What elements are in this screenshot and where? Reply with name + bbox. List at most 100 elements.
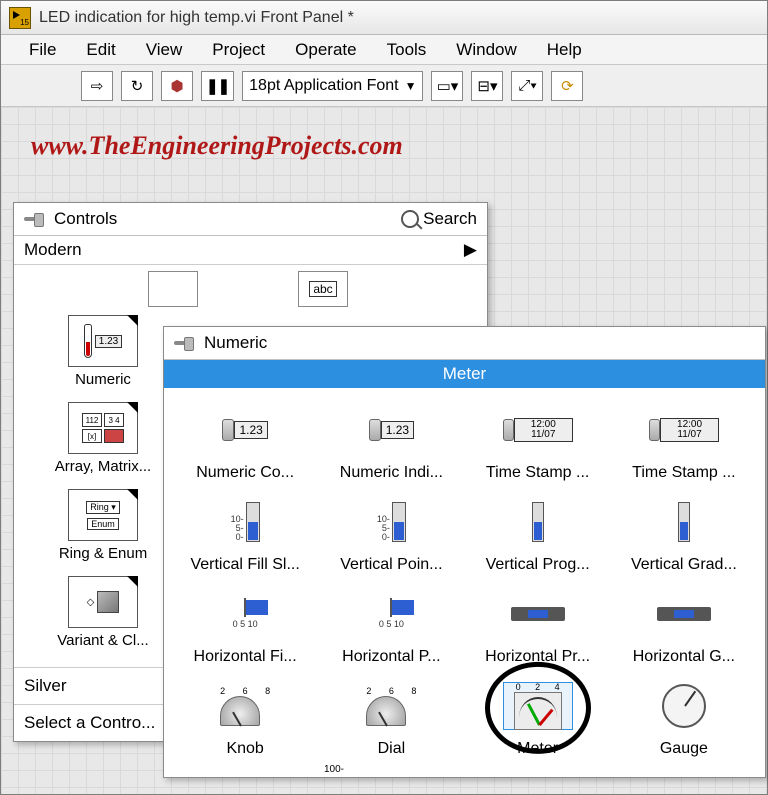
vertical-bar-icon: [678, 502, 690, 542]
palette-cat-label: Ring & Enum: [38, 545, 168, 562]
spinner-icon: [369, 419, 381, 441]
numeric-item-vertical-poin[interactable]: 10-5-0- Vertical Poin...: [318, 488, 464, 580]
run-continuously-button[interactable]: ↻: [121, 71, 153, 101]
numeric-item-horizontal-p[interactable]: 0 5 10 Horizontal P...: [318, 580, 464, 672]
numeric-item-label: Time Stamp ...: [467, 464, 609, 482]
palette-cat-ring-enum[interactable]: Ring ▾ Enum Ring & Enum: [38, 489, 168, 562]
pin-icon[interactable]: [24, 210, 46, 228]
pin-icon[interactable]: [174, 334, 196, 352]
class-cube-icon: [97, 591, 119, 613]
distribute-objects-button[interactable]: ⊟▾: [471, 71, 503, 101]
scale-ticks: 10-5-0-: [377, 515, 390, 542]
numeric-item-meter[interactable]: 024 Meter: [465, 672, 611, 764]
numeric-display-icon: 1.23: [234, 421, 267, 439]
numeric-item-time-stamp[interactable]: 12:00 11/07 Time Stamp ...: [465, 396, 611, 488]
horizontal-slide-icon: [390, 598, 392, 617]
vertical-slide-icon: [246, 502, 260, 542]
numeric-item-horizontal-g[interactable]: Horizontal G...: [611, 580, 757, 672]
palette-cat-label: Array, Matrix...: [38, 458, 168, 475]
scale-ticks: 0 5 10: [233, 619, 258, 629]
subpalette-indicator-icon: [127, 402, 138, 413]
numeric-item-label: Horizontal G...: [613, 648, 755, 666]
numeric-item-label: Horizontal Pr...: [467, 648, 609, 666]
subpalette-title: Numeric: [204, 333, 267, 353]
resize-objects-button[interactable]: ⤢▾: [511, 71, 543, 101]
palette-subcat-label: Modern: [24, 240, 82, 260]
menu-window[interactable]: Window: [442, 36, 530, 64]
numeric-item-time-stamp[interactable]: 12:00 11/07 Time Stamp ...: [611, 396, 757, 488]
array-matrix-icon: 1123 4[x]: [82, 413, 124, 443]
menu-edit[interactable]: Edit: [72, 36, 129, 64]
palette-cat-label: Numeric: [38, 371, 168, 388]
spinner-icon: [649, 419, 660, 441]
menu-project[interactable]: Project: [198, 36, 279, 64]
numeric-item-label: Knob: [174, 740, 316, 758]
run-button[interactable]: ⇨: [81, 71, 113, 101]
horizontal-slide-icon: [244, 598, 246, 617]
menu-tools[interactable]: Tools: [373, 36, 441, 64]
window-title: LED indication for high temp.vi Front Pa…: [39, 9, 354, 27]
pause-button[interactable]: ❚❚: [201, 71, 234, 101]
gauge-icon: [662, 684, 706, 728]
menubar: File Edit View Project Operate Tools Win…: [1, 35, 767, 65]
numeric-item-horizontal-fi[interactable]: 0 5 10 Horizontal Fi...: [172, 580, 318, 672]
scale-ticks: 024: [516, 682, 560, 692]
numeric-item-label: Dial: [320, 740, 462, 758]
numeric-sample: 1.23: [95, 335, 122, 348]
numeric-item-numeric-indi[interactable]: 1.23 Numeric Indi...: [318, 396, 464, 488]
palette-cat-numeric[interactable]: 1.23 Numeric: [38, 315, 168, 388]
labview-vi-icon: 15: [9, 7, 31, 29]
abort-button[interactable]: ⬢: [161, 71, 193, 101]
scale-ticks: 0 5 10: [379, 619, 404, 629]
numeric-item-vertical-grad[interactable]: Vertical Grad...: [611, 488, 757, 580]
menu-operate[interactable]: Operate: [281, 36, 370, 64]
font-combo[interactable]: 18pt Application Font ▼: [242, 71, 423, 101]
palette-cat-array-matrix[interactable]: 1123 4[x] Array, Matrix...: [38, 402, 168, 475]
palette-title: Controls: [54, 209, 117, 229]
scale-ticks: 10-5-0-: [231, 515, 244, 542]
chevron-right-icon: ▶: [464, 240, 477, 260]
thermometer-icon: [84, 324, 92, 358]
scale-ticks: 268: [220, 686, 270, 696]
scale-ticks: 268: [366, 686, 416, 696]
numeric-item-label: Horizontal P...: [320, 648, 462, 666]
knob-icon: [220, 696, 260, 726]
numeric-item-label: Gauge: [613, 740, 755, 758]
subpalette-indicator-icon: [127, 489, 138, 500]
numeric-item-gauge[interactable]: Gauge: [611, 672, 757, 764]
palette-cat-label: Variant & Cl...: [38, 632, 168, 649]
variant-icon: ◇: [87, 597, 95, 608]
palette-subcat-modern[interactable]: Modern ▶: [14, 236, 487, 265]
subpalette-indicator-icon: [127, 315, 138, 326]
palette-search[interactable]: Search: [401, 209, 477, 229]
numeric-item-numeric-co[interactable]: 1.23 Numeric Co...: [172, 396, 318, 488]
numeric-item-knob[interactable]: 268 Knob: [172, 672, 318, 764]
numeric-item-label: Vertical Grad...: [613, 556, 755, 574]
meter-icon: [514, 692, 562, 730]
numeric-item-label: Numeric Co...: [174, 464, 316, 482]
subpalette-indicator-icon: [127, 576, 138, 587]
enum-icon: Enum: [87, 518, 119, 530]
search-icon: [401, 210, 419, 228]
align-objects-button[interactable]: ▭▾: [431, 71, 463, 101]
numeric-item-horizontal-pr[interactable]: Horizontal Pr...: [465, 580, 611, 672]
reorder-button[interactable]: ⟳: [551, 71, 583, 101]
vertical-bar-icon: [532, 502, 544, 542]
numeric-item-label: Vertical Fill Sl...: [174, 556, 316, 574]
watermark-text: www.TheEngineeringProjects.com: [31, 131, 403, 161]
subpalette-selection-banner: Meter: [164, 360, 765, 388]
numeric-display-icon: 1.23: [381, 421, 414, 439]
numeric-item-dial[interactable]: 268 Dial: [318, 672, 464, 764]
numeric-item-label: Meter: [467, 740, 609, 758]
menu-view[interactable]: View: [132, 36, 197, 64]
numeric-item-vertical-prog[interactable]: Vertical Prog...: [465, 488, 611, 580]
menu-file[interactable]: File: [15, 36, 70, 64]
numeric-item-vertical-fill-sl[interactable]: 10-5-0- Vertical Fill Sl...: [172, 488, 318, 580]
string-icon: abc: [309, 281, 336, 297]
font-label: 18pt Application Font: [249, 77, 398, 95]
footer-ticks: 100-: [164, 764, 765, 777]
numeric-item-label: Numeric Indi...: [320, 464, 462, 482]
menu-help[interactable]: Help: [533, 36, 596, 64]
ring-icon: Ring ▾: [86, 501, 120, 514]
palette-cat-variant-class[interactable]: ◇ Variant & Cl...: [38, 576, 168, 649]
